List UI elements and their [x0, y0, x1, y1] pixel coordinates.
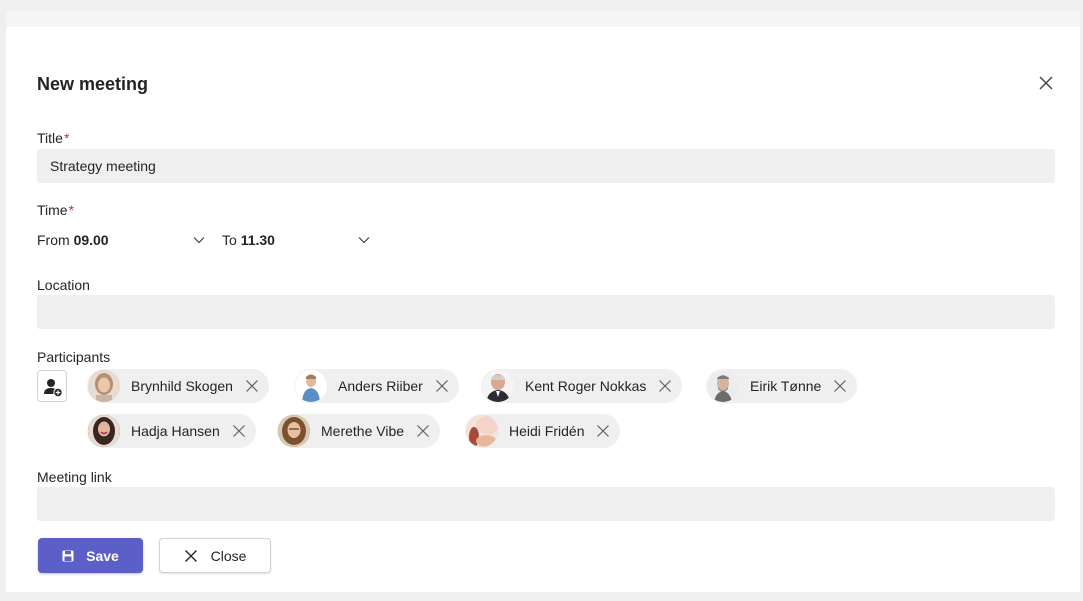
add-person-icon — [44, 379, 63, 398]
from-label: From — [37, 232, 70, 248]
participant-chip: Kent Roger Nokkas — [481, 369, 683, 403]
required-marker: * — [63, 130, 70, 146]
avatar — [88, 415, 120, 447]
meeting-link-label: Meeting link — [37, 469, 112, 485]
to-time-picker[interactable]: To 11.30 — [222, 232, 275, 248]
remove-participant-icon[interactable] — [833, 379, 847, 393]
participant-name: Kent Roger Nokkas — [525, 378, 647, 394]
save-icon — [62, 550, 74, 561]
chevron-down-icon[interactable] — [193, 236, 205, 244]
avatar — [482, 370, 514, 402]
remove-participant-icon[interactable] — [245, 379, 259, 393]
to-label: To — [222, 232, 237, 248]
close-icon — [184, 549, 197, 562]
participants-label: Participants — [37, 349, 111, 365]
close-icon[interactable] — [1038, 75, 1054, 91]
close-label: Close — [210, 547, 247, 564]
avatar — [707, 370, 739, 402]
meeting-link-input[interactable] — [37, 487, 1055, 521]
time-label-text: Time — [37, 202, 68, 218]
save-label: Save — [86, 547, 119, 564]
save-button[interactable]: Save — [38, 538, 143, 573]
location-label: Location — [37, 277, 90, 293]
from-time-picker[interactable]: From 09.00 — [37, 232, 109, 248]
time-label: Time* — [37, 202, 74, 218]
participant-name: Brynhild Skogen — [131, 378, 233, 394]
title-label: Title* — [37, 130, 69, 146]
from-value: 09.00 — [73, 232, 109, 248]
remove-participant-icon[interactable] — [232, 424, 246, 438]
remove-participant-icon[interactable] — [658, 379, 672, 393]
location-input[interactable] — [37, 295, 1055, 329]
add-participant-button[interactable] — [37, 370, 67, 402]
participant-name: Merethe Vibe — [321, 423, 405, 439]
title-label-text: Title — [37, 130, 63, 146]
to-value: 11.30 — [240, 232, 275, 248]
participant-chip: Anders Riiber — [294, 369, 459, 403]
chevron-down-icon[interactable] — [358, 236, 370, 244]
required-marker: * — [68, 202, 75, 218]
participant-name: Anders Riiber — [338, 378, 423, 394]
avatar — [295, 370, 327, 402]
dialog-title: New meeting — [37, 74, 149, 94]
remove-participant-icon[interactable] — [435, 379, 449, 393]
participant-chip: Heidi Fridén — [465, 414, 621, 448]
remove-participant-icon[interactable] — [596, 424, 610, 438]
new-meeting-dialog: New meeting Title* Strategy meeting Time… — [6, 10, 1080, 592]
participant-name: Heidi Fridén — [509, 423, 585, 439]
participant-chip: Brynhild Skogen — [87, 369, 269, 403]
participant-name: Eirik Tønne — [750, 378, 822, 394]
participant-name: Hadja Hansen — [131, 423, 220, 439]
close-button[interactable]: Close — [159, 538, 271, 573]
remove-participant-icon[interactable] — [416, 424, 430, 438]
avatar — [88, 370, 120, 402]
title-input[interactable]: Strategy meeting — [37, 149, 1055, 183]
avatar — [466, 415, 498, 447]
avatar — [278, 415, 310, 447]
participant-chip: Hadja Hansen — [87, 414, 256, 448]
participant-chip: Merethe Vibe — [277, 414, 441, 448]
participant-chip: Eirik Tønne — [706, 369, 858, 403]
